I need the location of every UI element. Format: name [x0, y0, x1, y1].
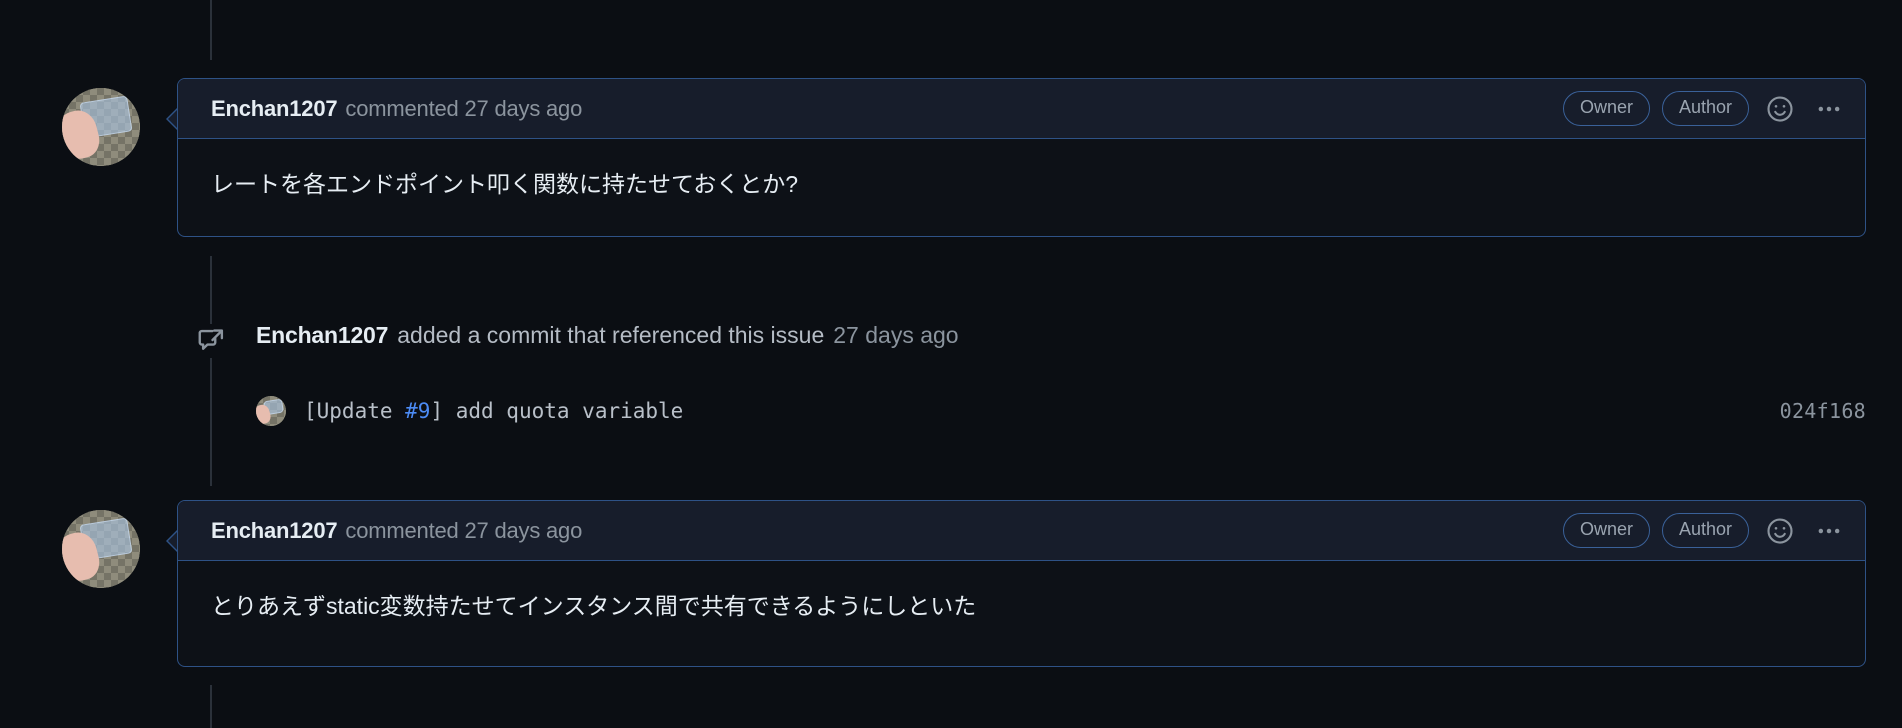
commit-message: [Update #9] add quota variable [304, 399, 683, 423]
commit-message-suffix: ] add quota variable [430, 399, 684, 423]
avatar[interactable] [62, 510, 140, 588]
comment-bubble-tail [166, 108, 177, 130]
badge-author: Author [1661, 513, 1749, 548]
smiley-icon[interactable] [1765, 94, 1795, 124]
comment-box: Enchan1207 commented 27 days ago Owner A… [177, 78, 1866, 237]
comment-box: Enchan1207 commented 27 days ago Owner A… [177, 500, 1866, 667]
comment-author[interactable]: Enchan1207 [211, 96, 338, 122]
badge-owner: Owner [1562, 513, 1650, 548]
xref-actor[interactable]: Enchan1207 [256, 322, 388, 348]
commit-avatar[interactable] [256, 396, 286, 426]
comment-body: とりあえずstatic変数持たせてインスタンス間で共有できるようにしといた [211, 593, 977, 619]
issue-timeline: Enchan1207 commented 27 days ago Owner A… [0, 0, 1902, 728]
commit-issue-link[interactable]: #9 [405, 399, 430, 423]
avatar[interactable] [62, 88, 140, 166]
comment-author[interactable]: Enchan1207 [211, 518, 338, 544]
commit-message-prefix: [Update [304, 399, 406, 423]
xref-action: added a commit that referenced this issu… [397, 322, 825, 348]
timeline-rail-bottom [210, 685, 212, 728]
comment-action-text: commented 27 days ago [345, 95, 583, 121]
cross-reference-icon [194, 324, 228, 358]
smiley-icon[interactable] [1765, 516, 1795, 546]
xref-timestamp: 27 days ago [833, 322, 959, 348]
comment-body: レートを各エンドポイント叩く関数に持たせておくとか? [211, 171, 799, 197]
kebab-menu-icon[interactable] [1815, 95, 1843, 123]
cross-reference-text: Enchan1207 added a commit that referenced… [256, 322, 959, 349]
timeline-rail-middle [210, 256, 212, 486]
timeline-rail-top [210, 0, 212, 60]
comment-bubble-tail [166, 530, 177, 552]
kebab-menu-icon[interactable] [1815, 517, 1843, 545]
comment-header: Enchan1207 commented 27 days ago Owner A… [178, 79, 1865, 139]
comment-action-text: commented 27 days ago [345, 517, 583, 543]
badge-author: Author [1661, 91, 1749, 126]
commit-sha[interactable]: 024f168 [1780, 399, 1866, 423]
commit-row: [Update #9] add quota variable 024f168 [256, 396, 1866, 426]
comment-header: Enchan1207 commented 27 days ago Owner A… [178, 501, 1865, 561]
badge-owner: Owner [1562, 91, 1650, 126]
